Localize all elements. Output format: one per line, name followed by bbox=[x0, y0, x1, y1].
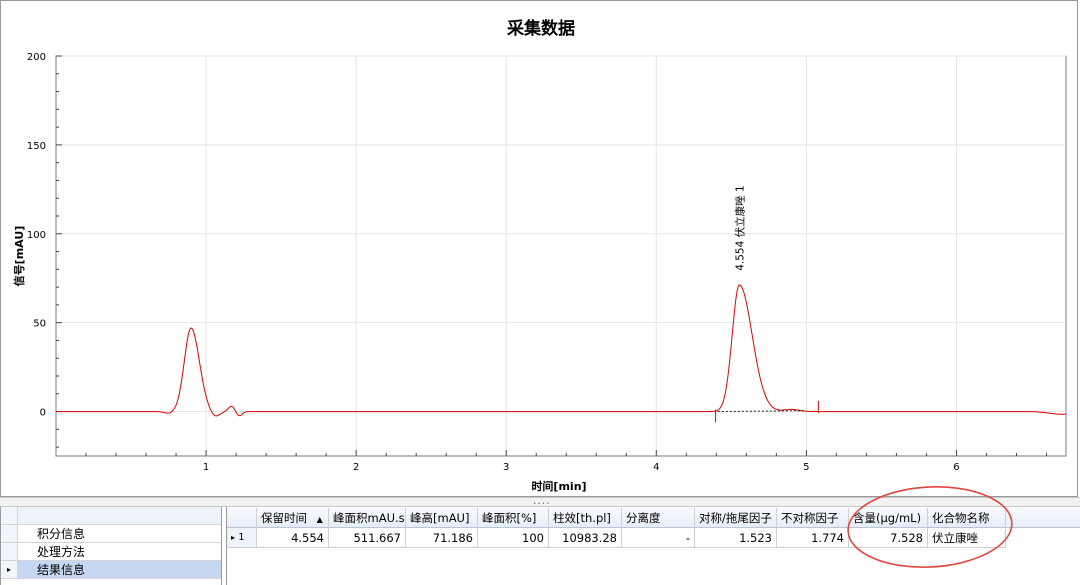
plot-border bbox=[55, 55, 1067, 457]
column-header-asymmetry[interactable]: 不对称因子 bbox=[777, 508, 849, 528]
x-tick-label: 4 bbox=[653, 462, 659, 473]
cell-asymmetry[interactable]: 1.774 bbox=[777, 528, 849, 548]
cell-content[interactable]: 7.528 bbox=[849, 528, 928, 548]
row-header-corner bbox=[227, 508, 257, 528]
current-row-arrow-icon[interactable]: ▸ bbox=[1, 561, 18, 578]
nav-item-label: 积分信息 bbox=[37, 527, 86, 541]
y-tick-label: 0 bbox=[40, 408, 46, 419]
panel-splitter[interactable]: .... bbox=[0, 497, 1080, 507]
table-row-header[interactable]: ▸ 1 bbox=[227, 528, 257, 548]
x-axis-label: 时间[min] bbox=[531, 479, 586, 493]
results-table: 保留时间 ▲ 峰面积mAU.s 峰高[mAU] 峰面积[%] 柱效[th.pl]… bbox=[226, 507, 1080, 585]
column-header-peak-area[interactable]: 峰面积mAU.s bbox=[329, 508, 406, 528]
x-tick-label: 5 bbox=[803, 462, 809, 473]
cell-peak-height[interactable]: 71.186 bbox=[406, 528, 478, 548]
current-row-arrow-icon: ▸ bbox=[231, 533, 236, 542]
peak-label: 4.554 伏立康唑 1 bbox=[733, 185, 746, 270]
chromatogram-chart: 采集数据 1 2 3 4 5 6 0 50 100 150 200 4.554 伏立康唑 1 时间[m… bbox=[12, 18, 1067, 493]
plot-area: 1 2 3 4 5 6 0 50 100 150 200 4.554 伏立康唑 1 bbox=[27, 52, 1067, 473]
y-tick-label: 100 bbox=[27, 230, 46, 241]
splitter-grip-icon[interactable]: .... bbox=[532, 497, 551, 507]
y-tick-label: 50 bbox=[33, 319, 46, 330]
nav-item-results[interactable]: ▸ 结果信息 bbox=[1, 561, 221, 579]
sort-ascending-icon: ▲ bbox=[316, 515, 323, 524]
row-index: 1 bbox=[238, 532, 245, 543]
column-header-resolution[interactable]: 分离度 bbox=[622, 508, 695, 528]
column-header-compound-name[interactable]: 化合物名称 bbox=[928, 508, 1006, 528]
x-tick-label: 6 bbox=[953, 462, 959, 473]
x-tick-label: 2 bbox=[353, 462, 359, 473]
column-header-label: 保留时间 bbox=[261, 511, 307, 525]
x-tick-label: 3 bbox=[503, 462, 509, 473]
column-header-peak-height[interactable]: 峰高[mAU] bbox=[406, 508, 478, 528]
y-tick-label: 150 bbox=[27, 141, 46, 152]
chart-title: 采集数据 bbox=[506, 18, 575, 39]
column-header-efficiency[interactable]: 柱效[th.pl] bbox=[549, 508, 622, 528]
nav-item-integration[interactable]: 积分信息 bbox=[1, 525, 221, 543]
column-header-tailing-factor[interactable]: 对称/拖尾因子 bbox=[695, 508, 777, 528]
cell-retention-time[interactable]: 4.554 bbox=[257, 528, 329, 548]
nav-grid-header bbox=[1, 507, 221, 525]
column-header-area-percent[interactable]: 峰面积[%] bbox=[478, 508, 549, 528]
column-header-retention-time[interactable]: 保留时间 ▲ bbox=[257, 508, 329, 528]
nav-item-label: 处理方法 bbox=[37, 545, 86, 559]
row-selector-header bbox=[1, 507, 18, 524]
cell-peak-area[interactable]: 511.667 bbox=[329, 528, 406, 548]
nav-grid: 积分信息 处理方法 ▸ 结果信息 bbox=[0, 507, 222, 585]
y-tick-label: 200 bbox=[27, 52, 46, 63]
cell-efficiency[interactable]: 10983.28 bbox=[549, 528, 622, 548]
row-selector[interactable] bbox=[1, 525, 18, 542]
y-axis-label: 信号[mAU] bbox=[12, 226, 26, 287]
nav-item-method[interactable]: 处理方法 bbox=[1, 543, 221, 561]
x-tick-label: 1 bbox=[203, 462, 209, 473]
row-selector[interactable] bbox=[1, 543, 18, 560]
chart-panel: 采集数据 1 2 3 4 5 6 0 50 100 150 200 4.554 伏立康唑 1 时间[m… bbox=[0, 0, 1078, 497]
cell-area-percent[interactable]: 100 bbox=[478, 528, 549, 548]
cell-compound-name[interactable]: 伏立康唑 bbox=[928, 528, 1006, 548]
cell-tailing-factor[interactable]: 1.523 bbox=[695, 528, 777, 548]
cell-resolution[interactable]: - bbox=[622, 528, 695, 548]
nav-item-label: 结果信息 bbox=[37, 563, 86, 577]
column-header-content[interactable]: 含量(μg/mL) bbox=[849, 508, 928, 528]
column-header-filler bbox=[1006, 508, 1080, 528]
